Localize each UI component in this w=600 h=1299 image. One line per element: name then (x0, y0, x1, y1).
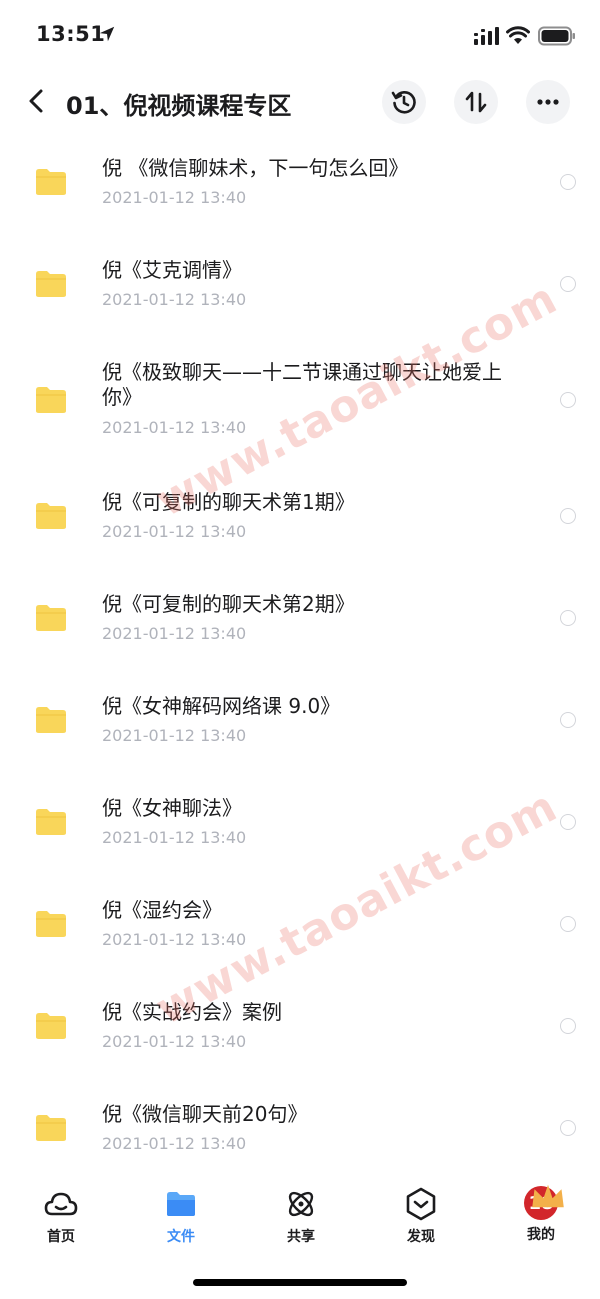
more-button[interactable] (526, 80, 570, 124)
navigation-header: 01、倪视频课程专区 (0, 72, 600, 132)
page-title: 01、倪视频课程专区 (66, 92, 292, 120)
file-name: 倪《可复制的聊天术第1期》 (102, 490, 355, 514)
tab-label: 首页 (47, 1229, 75, 1245)
file-date: 2021-01-12 13:40 (102, 828, 247, 847)
folder-icon (36, 169, 66, 195)
tab-label: 发现 (407, 1229, 435, 1245)
more-icon (537, 99, 559, 105)
folder-icon (36, 1013, 66, 1039)
wifi-icon (506, 26, 530, 44)
status-time: 13:51 (36, 22, 106, 46)
select-radio[interactable] (560, 508, 576, 524)
file-name: 倪 《微信聊妹术，下一句怎么回》 (102, 156, 409, 180)
folder-icon (36, 1115, 66, 1141)
file-name: 倪《极致聊天——十二节课通过聊天让她爱上你》 (102, 360, 502, 409)
tab-home[interactable]: 首页 (21, 1186, 101, 1250)
file-name: 倪《实战约会》案例 (102, 1000, 282, 1024)
select-radio[interactable] (560, 610, 576, 626)
file-date: 2021-01-12 13:40 (102, 1134, 247, 1153)
history-button[interactable] (382, 80, 426, 124)
sort-button[interactable] (454, 80, 498, 124)
file-date: 2021-01-12 13:40 (102, 522, 247, 541)
folder-icon (36, 911, 66, 937)
history-icon (391, 91, 416, 114)
file-date: 2021-01-12 13:40 (102, 188, 247, 207)
file-name: 倪《微信聊天前20句》 (102, 1102, 308, 1126)
tab-label: 我的 (527, 1227, 555, 1243)
crown-icon (532, 1184, 564, 1208)
file-name: 倪《湿约会》 (102, 898, 222, 922)
select-radio[interactable] (560, 814, 576, 830)
folder-icon (36, 503, 66, 529)
tab-me[interactable]: 18 我的 (501, 1184, 581, 1250)
home-indicator (193, 1279, 407, 1286)
status-bar: 13:51 (0, 0, 600, 70)
battery-icon (538, 26, 575, 46)
select-radio[interactable] (560, 1120, 576, 1136)
file-date: 2021-01-12 13:40 (102, 1032, 247, 1051)
select-radio[interactable] (560, 276, 576, 292)
location-arrow-icon (99, 26, 115, 42)
folder-icon (36, 271, 66, 297)
folder-icon (36, 387, 66, 413)
file-name: 倪《艾克调情》 (102, 258, 242, 282)
tab-share[interactable]: 共享 (261, 1186, 341, 1250)
file-name: 倪《女神解码网络课 9.0》 (102, 694, 341, 718)
file-date: 2021-01-12 13:40 (102, 726, 247, 745)
file-date: 2021-01-12 13:40 (102, 930, 247, 949)
atom-share-icon (288, 1191, 314, 1217)
select-radio[interactable] (560, 1018, 576, 1034)
folder-icon (167, 1192, 195, 1216)
cellular-signal-icon (474, 27, 499, 45)
avatar: 18 (524, 1184, 564, 1220)
select-radio[interactable] (560, 916, 576, 932)
select-radio[interactable] (560, 174, 576, 190)
chevron-left-icon[interactable] (22, 86, 52, 116)
folder-icon (36, 809, 66, 835)
tab-label: 共享 (287, 1229, 315, 1245)
file-date: 2021-01-12 13:40 (102, 290, 247, 309)
folder-icon (36, 707, 66, 733)
file-name: 倪《女神聊法》 (102, 796, 242, 820)
discover-icon (406, 1187, 436, 1221)
file-name: 倪《可复制的聊天术第2期》 (102, 592, 355, 616)
select-radio[interactable] (560, 712, 576, 728)
tab-bar: 首页 文件 共享 发现 18 我的 (0, 1180, 600, 1250)
folder-icon (36, 605, 66, 631)
tab-label: 文件 (167, 1229, 195, 1245)
tab-discover[interactable]: 发现 (381, 1186, 461, 1250)
file-date: 2021-01-12 13:40 (102, 624, 247, 643)
tab-files[interactable]: 文件 (141, 1186, 221, 1250)
cloud-home-icon (44, 1192, 78, 1216)
sort-icon (465, 91, 487, 113)
select-radio[interactable] (560, 392, 576, 408)
file-date: 2021-01-12 13:40 (102, 418, 247, 437)
